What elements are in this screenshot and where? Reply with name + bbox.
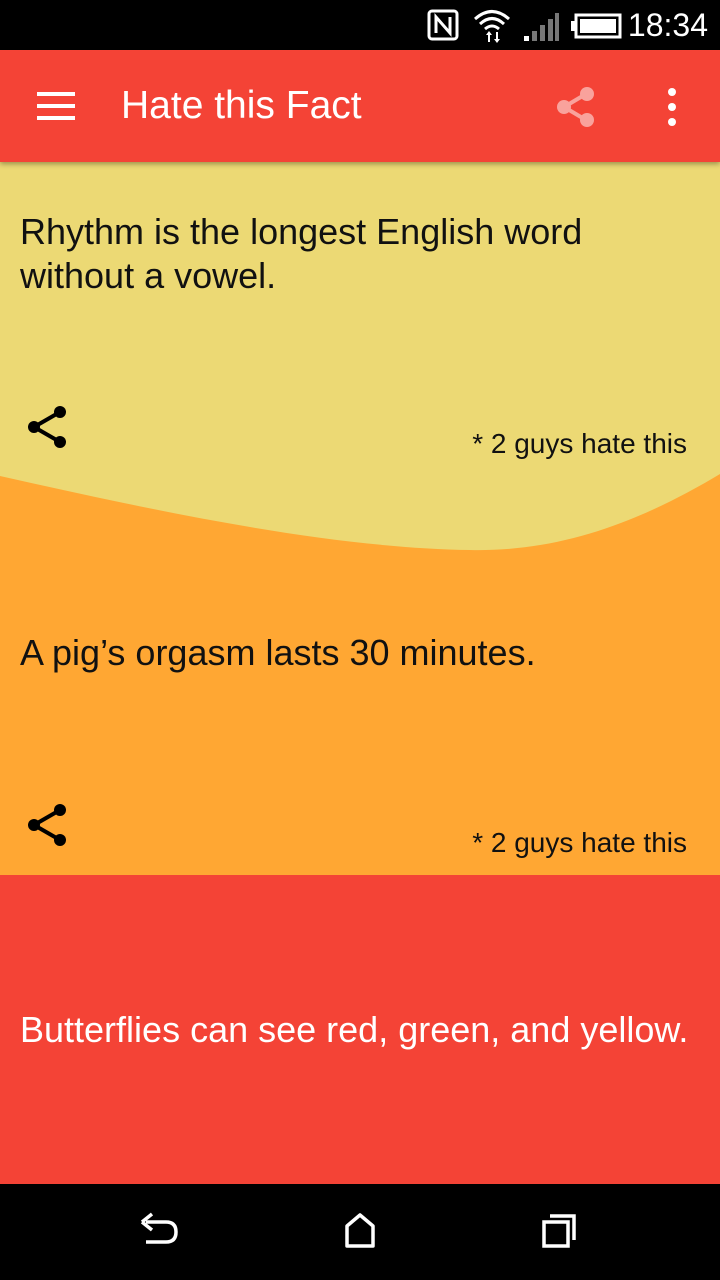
back-icon[interactable]	[130, 1206, 190, 1258]
fact-text: A pig’s orgasm lasts 30 minutes.	[20, 632, 536, 673]
fact-text: Butterflies can see red, green, and yell…	[20, 1009, 689, 1050]
status-bar: 18:34	[0, 0, 720, 50]
share-icon[interactable]	[24, 802, 72, 850]
fact-text: Rhythm is the longest English word witho…	[20, 211, 583, 296]
hate-count: * 2 guys hate this	[472, 428, 687, 459]
wifi-icon	[474, 10, 510, 43]
facts-list[interactable]: Rhythm is the longest English word witho…	[0, 162, 720, 1184]
battery-icon	[571, 13, 622, 39]
status-time: 18:34	[627, 7, 708, 43]
page-title: Hate this Fact	[121, 84, 362, 127]
more-vert-icon[interactable]	[655, 85, 689, 129]
home-icon[interactable]	[330, 1206, 390, 1258]
app-bar: Hate this Fact	[0, 50, 720, 162]
navigation-bar	[0, 1184, 720, 1280]
hate-count: * 2 guys hate this	[472, 827, 687, 858]
share-icon[interactable]	[552, 83, 600, 131]
recent-apps-icon[interactable]	[530, 1206, 590, 1258]
signal-icon	[524, 13, 559, 41]
share-icon[interactable]	[24, 404, 72, 452]
nfc-icon	[427, 9, 459, 41]
menu-icon[interactable]	[26, 86, 86, 126]
